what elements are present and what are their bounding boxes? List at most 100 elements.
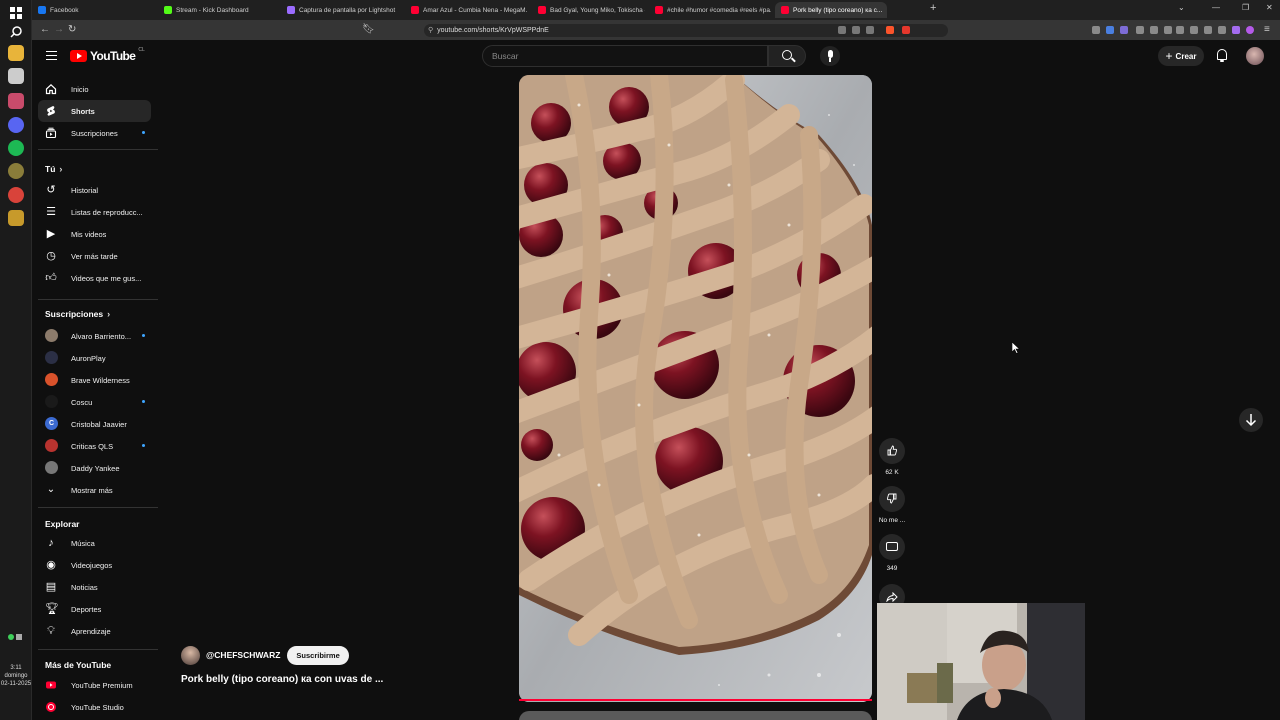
cast-icon[interactable] — [838, 26, 846, 34]
sports-icon: 🏆︎ — [45, 603, 59, 615]
extension-icon[interactable] — [1106, 26, 1114, 34]
profile-icon[interactable] — [1246, 26, 1254, 34]
extensions-puzzle-icon[interactable] — [1136, 26, 1144, 34]
system-clock[interactable]: 3:11 domingo 02-11-2025 — [0, 664, 32, 688]
sidebar-item-watch-later[interactable]: ◷ Ver más tarde — [38, 245, 151, 267]
sidebar-item-label: YouTube Studio — [71, 702, 124, 712]
minimize-button[interactable]: — — [1212, 3, 1220, 12]
extension-icon[interactable] — [1120, 26, 1128, 34]
new-tab-button[interactable]: + — [930, 2, 936, 14]
close-tab-icon[interactable]: ✕ — [886, 6, 887, 15]
short-title[interactable]: Pork belly (tipo coreano) ка con uvas de… — [181, 674, 383, 685]
subscribe-button[interactable]: Suscribirme — [287, 645, 349, 665]
file-explorer-icon[interactable] — [8, 45, 24, 61]
game-launcher-icon[interactable] — [8, 210, 24, 226]
youtube-logo[interactable]: YouTube CL — [70, 47, 145, 63]
reload-button[interactable]: ↻ — [68, 24, 76, 36]
maximize-button[interactable]: ❐ — [1242, 3, 1249, 12]
video-progress-bar[interactable] — [519, 699, 872, 701]
sidebar-subscription-item[interactable]: Daddy Yankee — [38, 457, 151, 479]
vpn-icon[interactable] — [1218, 26, 1226, 34]
sidebar-subscription-item[interactable]: Criticas QLS — [38, 435, 151, 457]
create-button[interactable]: + Crear — [1158, 46, 1204, 66]
dislike-button[interactable] — [879, 486, 905, 512]
browser-tab[interactable]: Amar Azul - Cumbia Nena - MegaM... — [405, 2, 527, 18]
next-short-preview[interactable] — [519, 711, 872, 720]
guide-menu-icon[interactable] — [46, 51, 57, 60]
browser-tab[interactable]: Captura de pantalla por Lightshot — [281, 2, 401, 18]
search-icon[interactable] — [8, 24, 24, 40]
sidebar-item-youtube-studio[interactable]: YouTube Studio — [38, 696, 151, 718]
brave-shields-icon[interactable] — [886, 26, 894, 34]
you-section-heading[interactable]: Tú › — [45, 164, 62, 174]
tab-search-icon[interactable]: ⌄ — [1178, 3, 1185, 12]
like-button[interactable] — [879, 438, 905, 464]
dislike-action[interactable]: No me ... — [876, 486, 908, 524]
extension-icon[interactable] — [1164, 26, 1172, 34]
channel-avatar[interactable] — [181, 645, 200, 665]
show-more-button[interactable]: ⌄ Mostrar más — [38, 479, 151, 501]
notifications-bell-icon[interactable] — [1216, 49, 1228, 62]
tab-title: Stream - Kick Dashboard — [176, 6, 249, 14]
account-avatar[interactable] — [1246, 47, 1264, 65]
extension-icon[interactable] — [1150, 26, 1158, 34]
sidebar-subscription-item[interactable]: Brave Wilderness — [38, 369, 151, 391]
leo-ai-icon[interactable] — [1232, 26, 1240, 34]
browser-icon[interactable] — [8, 93, 24, 109]
back-button[interactable]: ← — [40, 24, 50, 36]
site-info-icon[interactable]: ⚲ — [428, 27, 433, 34]
zoom-icon[interactable] — [852, 26, 860, 34]
bookmark-icon[interactable]: 🔖︎ — [362, 24, 375, 36]
chrome-icon[interactable] — [8, 187, 24, 203]
brave-icon[interactable] — [8, 68, 24, 84]
browser-tab[interactable]: Stream - Kick Dashboard — [158, 2, 278, 18]
sidebar-item-learning[interactable]: 💡︎ Aprendizaje — [38, 620, 151, 642]
discord-icon[interactable] — [8, 117, 24, 133]
sidebar-item-playlists[interactable]: ☰ Listas de reproducc... — [38, 201, 151, 223]
voice-search-icon[interactable] — [820, 46, 840, 66]
browser-tab[interactable]: Facebook — [32, 2, 154, 18]
close-window-button[interactable]: ✕ — [1266, 3, 1273, 12]
sidebar-subscription-item[interactable]: AuronPlay — [38, 347, 151, 369]
sidebar-item-liked-videos[interactable]: 👍︎ Videos que me gus... — [38, 267, 151, 289]
next-short-button[interactable] — [1239, 408, 1263, 432]
brave-rewards-icon[interactable] — [902, 26, 910, 34]
channel-handle[interactable]: @CHEFSCHWARZ — [206, 650, 280, 660]
wallet-icon[interactable] — [1204, 26, 1212, 34]
sidebar-item-home[interactable]: Inicio — [38, 78, 151, 100]
comments-button[interactable] — [879, 534, 905, 560]
sidebar-item-shorts[interactable]: Shorts — [38, 100, 151, 122]
forward-button[interactable]: → — [54, 24, 64, 36]
search-input[interactable]: Buscar — [482, 45, 768, 67]
sidebar-item-subscriptions[interactable]: Suscripciones — [38, 122, 151, 144]
sidebar-subscription-item[interactable]: Alvaro Barriento... — [38, 325, 151, 347]
search-button[interactable] — [768, 45, 806, 67]
spotify-icon[interactable] — [8, 140, 24, 156]
sidebar-subscription-item[interactable]: C Cristobal Jaavier — [38, 413, 151, 435]
sidebar-item-news[interactable]: ▤ Noticias — [38, 576, 151, 598]
sidebar-subscription-item[interactable]: Coscu — [38, 391, 151, 413]
browser-tab[interactable]: Pork belly (tipo coreano) ка c...✕ — [775, 2, 887, 18]
sidebar-item-music[interactable]: ♪ Música — [38, 532, 151, 554]
share-page-icon[interactable] — [866, 26, 874, 34]
menu-icon[interactable]: ≡ — [1264, 24, 1270, 36]
short-video-player[interactable] — [519, 75, 872, 702]
like-action[interactable]: 62 K — [876, 438, 908, 476]
sidebar-item-youtube-premium[interactable]: YouTube Premium — [38, 674, 151, 696]
sidebar-item-history[interactable]: ↺ Historial — [38, 179, 151, 201]
sidebar-item-sports[interactable]: 🏆︎ Deportes — [38, 598, 151, 620]
windows-start-icon[interactable] — [8, 5, 24, 21]
sidebar-divider — [38, 149, 158, 150]
media-icon[interactable] — [1176, 26, 1184, 34]
sidebar-toggle-icon[interactable] — [1190, 26, 1198, 34]
tray-icons[interactable] — [8, 634, 24, 642]
app-icon[interactable] — [8, 163, 24, 179]
browser-tab[interactable]: Bad Gyal, Young Miko, Tokischa - Ch... — [532, 2, 645, 18]
browser-tab[interactable]: #chile #humor #comedia #reels #pa... — [649, 2, 771, 18]
subscriptions-section-heading[interactable]: Suscripciones › — [45, 309, 110, 319]
comments-action[interactable]: 349 — [876, 534, 908, 572]
extension-icon[interactable] — [1092, 26, 1100, 34]
sidebar-item-gaming[interactable]: ◉ Videojuegos — [38, 554, 151, 576]
sidebar-divider — [38, 507, 158, 508]
sidebar-item-my-videos[interactable]: ▶ Mis videos — [38, 223, 151, 245]
